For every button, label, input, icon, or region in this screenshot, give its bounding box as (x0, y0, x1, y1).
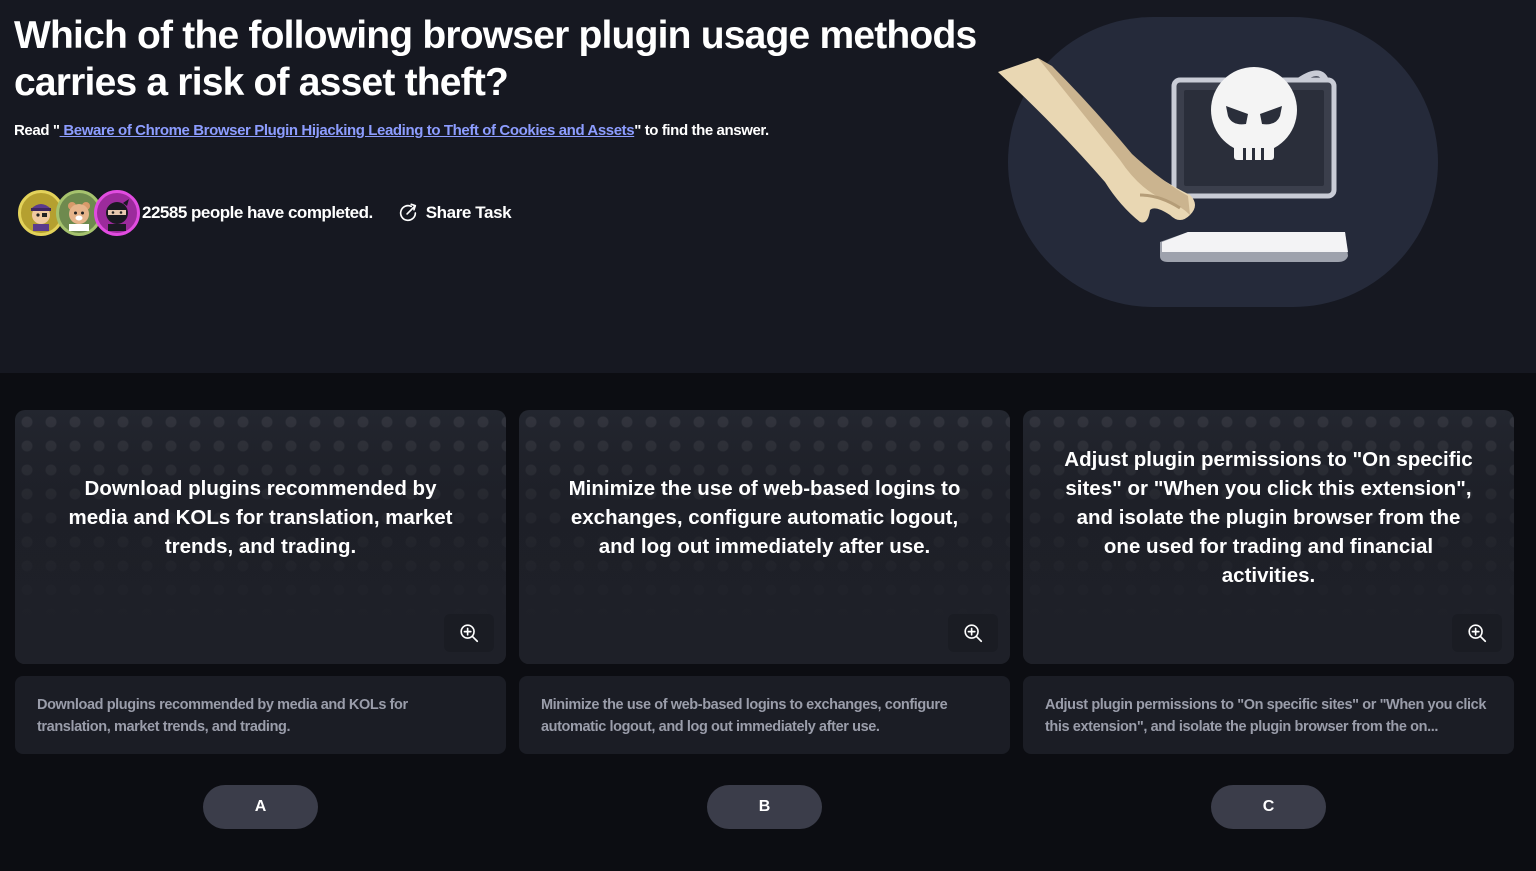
option-description-a: Download plugins recommended by media an… (15, 676, 506, 754)
ninja-avatar-icon (94, 190, 140, 236)
read-suffix: " to find the answer. (634, 122, 769, 139)
option-card-a[interactable]: Download plugins recommended by media an… (15, 410, 506, 664)
share-task-button[interactable]: Share Task (397, 202, 512, 224)
option-card-text: Adjust plugin permissions to "On specifi… (1064, 447, 1473, 587)
zoom-in-icon (460, 624, 479, 643)
option-description-c: Adjust plugin permissions to "On specifi… (1023, 676, 1514, 754)
answer-button-c[interactable]: C (1211, 785, 1326, 829)
option-card-text: Minimize the use of web-based logins to … (568, 476, 961, 558)
hacker-hand-illustration (998, 17, 1438, 307)
option-description-b: Minimize the use of web-based logins to … (519, 676, 1010, 754)
option-description-text: Adjust plugin permissions to "On specifi… (1045, 697, 1486, 735)
option-card-c[interactable]: Adjust plugin permissions to "On specifi… (1023, 410, 1514, 664)
answer-button-b[interactable]: B (707, 785, 822, 829)
avatar-stack (18, 190, 140, 236)
read-prefix: Read " (14, 122, 60, 139)
completed-count: 22585 people have completed. (142, 203, 373, 222)
option-description-text: Download plugins recommended by media an… (37, 697, 408, 735)
question-title: Which of the following browser plugin us… (14, 14, 977, 104)
zoom-in-button[interactable] (1452, 614, 1502, 652)
option-card-text: Download plugins recommended by media an… (68, 476, 453, 558)
zoom-in-button[interactable] (948, 614, 998, 652)
completion-row: 22585 people have completed. Share Task (18, 190, 512, 236)
read-instruction: Read " Beware of Chrome Browser Plugin H… (14, 122, 769, 139)
zoom-in-button[interactable] (444, 614, 494, 652)
answer-button-a[interactable]: A (203, 785, 318, 829)
zoom-in-icon (1468, 624, 1487, 643)
zoom-in-icon (964, 624, 983, 643)
article-link[interactable]: Beware of Chrome Browser Plugin Hijackin… (60, 122, 634, 139)
option-description-text: Minimize the use of web-based logins to … (541, 697, 948, 735)
share-icon (399, 203, 416, 222)
option-card-b[interactable]: Minimize the use of web-based logins to … (519, 410, 1010, 664)
share-task-label: Share Task (425, 203, 512, 222)
